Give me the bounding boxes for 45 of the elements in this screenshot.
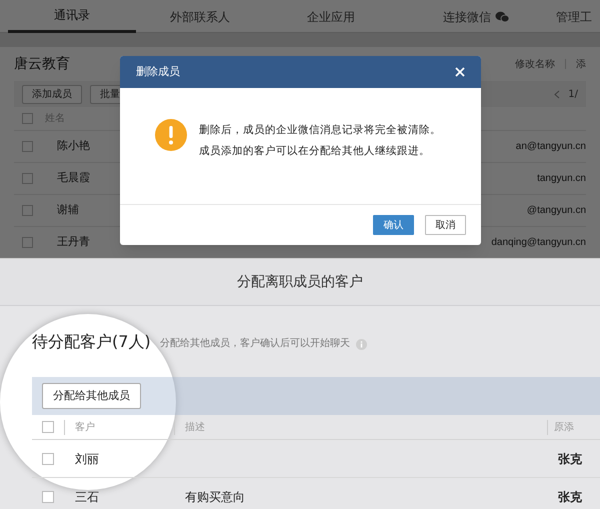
column-header: 原添 [547,420,574,434]
toolbar-button[interactable]: 添加成员 [22,84,82,104]
table-cell-text: 陈小艳 [57,138,90,154]
table-cell-text: 王丹青 [57,234,90,250]
table-cell-text: 谢辅 [57,202,79,218]
page-indicator: 1/ [568,88,578,102]
checkbox[interactable] [22,173,33,184]
checkbox[interactable] [42,452,54,464]
chevron-left-icon[interactable] [554,90,560,98]
table-cell: 刘丽 [75,452,99,466]
info-icon[interactable] [356,339,367,350]
checkbox[interactable] [22,205,33,216]
warning-icon [155,119,187,151]
table-cell-text: tangyun.cn [537,172,586,186]
confirm-button[interactable]: 确认 [373,215,414,235]
nav-tab[interactable]: 管理工 [554,0,600,33]
header-link[interactable]: 修改名称 [515,56,555,72]
nav-tab[interactable]: 连接微信 [398,0,554,33]
checkbox[interactable] [22,237,33,248]
page-title: 分配离职成员的客户 [237,272,363,292]
table-cell-text: danqing@tangyun.cn [491,236,586,250]
header-link[interactable]: 添 [576,56,586,72]
checkbox[interactable] [22,141,33,152]
dialog-title: 删除成员 [136,64,180,80]
assign-button[interactable]: 分配给其他成员 [42,383,141,409]
table-cell: 有购买意向 [185,490,245,504]
close-icon[interactable] [455,67,465,77]
checkbox[interactable] [42,490,54,502]
column-header: 描述 [174,420,547,434]
table-cell-text: 毛晨霞 [57,170,90,186]
column-header: 客户 [64,420,174,434]
table-cell: 三石 [75,490,99,504]
dialog-message: 删除后，成员的企业微信消息记录将完全被清除。 成员添加的客户可以在分配给其他人继续跟进。 [199,123,441,159]
nav-tab[interactable]: 企业应用 [264,0,398,33]
hint-text: 分配给其他成员，客户确认后可以开始聊天 [160,336,350,351]
checkbox[interactable] [42,421,54,433]
cancel-button[interactable]: 取消 [425,215,466,235]
checkbox[interactable] [22,113,33,124]
org-name: 唐云教育 [14,54,70,74]
table-cell-text: 张克 [558,488,582,506]
section-title: 待分配客户(7人) [32,331,152,353]
nav-tab[interactable]: 外部联系人 [136,0,264,33]
table-cell-text: @tangyun.cn [526,204,586,218]
table-cell-text: an@tangyun.cn [516,140,586,154]
table-cell-text: 张克 [558,450,582,468]
